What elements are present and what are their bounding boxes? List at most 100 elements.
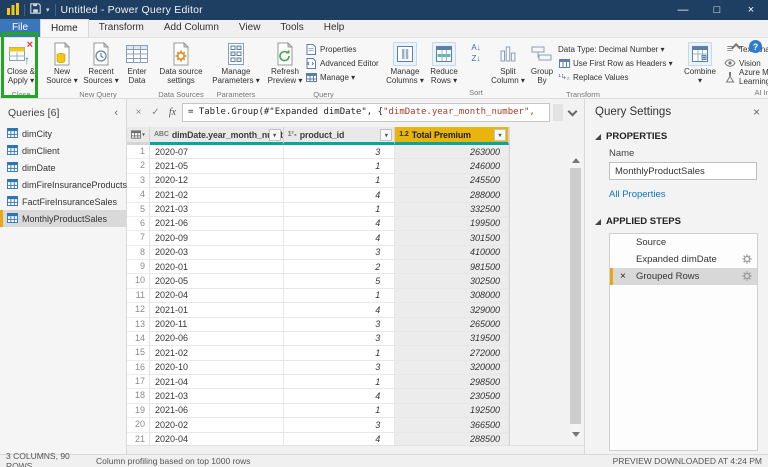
decimal-type-icon[interactable]: 1.2: [399, 131, 408, 138]
row-number[interactable]: 15: [127, 346, 150, 360]
cell-month[interactable]: 2021-02: [150, 188, 284, 202]
cell-product-id[interactable]: 1: [284, 159, 396, 173]
cell-total-premium[interactable]: 366500: [395, 418, 509, 432]
quick-access-caret-icon[interactable]: ▾: [46, 6, 50, 14]
cell-total-premium[interactable]: 263000: [395, 145, 509, 159]
cell-month[interactable]: 2020-02: [150, 418, 284, 432]
new-source-button[interactable]: New Source ▾: [44, 40, 80, 90]
row-number[interactable]: 3: [127, 174, 150, 188]
formula-input[interactable]: = Table.Group(#"Expanded dimDate", {"dim…: [182, 103, 550, 122]
text-type-icon[interactable]: ABC: [154, 131, 169, 138]
applied-steps-section-header[interactable]: APPLIED STEPS: [595, 216, 760, 227]
minimize-button[interactable]: —: [666, 0, 700, 20]
cell-month[interactable]: 2020-07: [150, 145, 284, 159]
row-number[interactable]: 8: [127, 246, 150, 260]
cell-product-id[interactable]: 1: [284, 375, 396, 389]
cell-total-premium[interactable]: 192500: [395, 404, 509, 418]
row-number[interactable]: 14: [127, 332, 150, 346]
properties-button[interactable]: Properties: [305, 43, 381, 55]
row-number[interactable]: 11: [127, 289, 150, 303]
cell-total-premium[interactable]: 329000: [395, 303, 509, 317]
cell-product-id[interactable]: 3: [284, 318, 396, 332]
row-number[interactable]: 1: [127, 145, 150, 159]
combine-button[interactable]: Combine ▾: [680, 40, 720, 90]
cell-month[interactable]: 2020-03: [150, 246, 284, 260]
row-number[interactable]: 7: [127, 231, 150, 245]
cell-product-id[interactable]: 1: [284, 203, 396, 217]
cell-total-premium[interactable]: 298500: [395, 375, 509, 389]
row-number[interactable]: 12: [127, 303, 150, 317]
gear-icon[interactable]: [742, 254, 752, 267]
cell-month[interactable]: 2020-10: [150, 361, 284, 375]
sort-descending-icon[interactable]: Z↓: [472, 54, 481, 63]
applied-step[interactable]: Source: [610, 234, 757, 251]
cell-total-premium[interactable]: 332500: [395, 203, 509, 217]
cell-product-id[interactable]: 3: [284, 361, 396, 375]
cell-product-id[interactable]: 4: [284, 231, 396, 245]
filter-dropdown-icon[interactable]: ▾: [494, 129, 506, 141]
cell-product-id[interactable]: 1: [284, 174, 396, 188]
cell-product-id[interactable]: 3: [284, 145, 396, 159]
maximize-button[interactable]: □: [700, 0, 734, 20]
replace-values-button[interactable]: ¹↳₂ Replace Values: [558, 71, 676, 83]
row-number[interactable]: 13: [127, 318, 150, 332]
fx-icon[interactable]: fx: [165, 107, 180, 118]
cell-total-premium[interactable]: 272000: [395, 346, 509, 360]
horizontal-scrollbar[interactable]: [127, 445, 584, 454]
query-list-item[interactable]: MonthlyProductSales: [0, 210, 126, 227]
sort-ascending-icon[interactable]: A↓: [471, 43, 480, 52]
cell-total-premium[interactable]: 265000: [395, 318, 509, 332]
row-number[interactable]: 9: [127, 260, 150, 274]
cell-total-premium[interactable]: 320000: [395, 361, 509, 375]
cell-total-premium[interactable]: 410000: [395, 246, 509, 260]
enter-data-button[interactable]: Enter Data: [122, 40, 152, 90]
manage-columns-button[interactable]: Manage Columns ▾: [385, 40, 425, 90]
row-number[interactable]: 20: [127, 418, 150, 432]
group-by-button[interactable]: Group By: [527, 40, 557, 90]
cell-month[interactable]: 2021-06: [150, 404, 284, 418]
query-list-item[interactable]: dimClient: [0, 142, 126, 159]
save-icon[interactable]: [30, 3, 41, 17]
tab-add-column[interactable]: Add Column: [154, 19, 229, 37]
cell-month[interactable]: 2020-01: [150, 260, 284, 274]
query-list-item[interactable]: dimDate: [0, 159, 126, 176]
cell-total-premium[interactable]: 981500: [395, 260, 509, 274]
cell-month[interactable]: 2020-06: [150, 332, 284, 346]
number-type-icon[interactable]: 1²₃: [288, 131, 297, 138]
scroll-down-icon[interactable]: [569, 428, 582, 440]
manage-button[interactable]: Manage ▾: [305, 71, 381, 83]
query-name-input[interactable]: MonthlyProductSales: [609, 162, 757, 180]
close-apply-button[interactable]: × ↑ Close & Apply ▾: [2, 40, 40, 90]
cell-product-id[interactable]: 5: [284, 274, 396, 288]
scrollbar-thumb[interactable]: [570, 168, 581, 424]
cell-total-premium[interactable]: 230500: [395, 389, 509, 403]
reduce-rows-button[interactable]: Reduce Rows ▾: [426, 40, 462, 90]
cell-month[interactable]: 2021-03: [150, 389, 284, 403]
cancel-formula-icon[interactable]: ×: [131, 107, 146, 118]
confirm-formula-icon[interactable]: ✓: [148, 107, 163, 118]
properties-section-header[interactable]: PROPERTIES: [595, 131, 760, 142]
cell-product-id[interactable]: 3: [284, 418, 396, 432]
cell-product-id[interactable]: 4: [284, 217, 396, 231]
row-number[interactable]: 5: [127, 203, 150, 217]
query-list-item[interactable]: dimCity: [0, 125, 126, 142]
cell-month[interactable]: 2021-04: [150, 375, 284, 389]
tab-view[interactable]: View: [229, 19, 271, 37]
gear-icon[interactable]: [742, 271, 752, 284]
profiling-status[interactable]: Column profiling based on top 1000 rows: [96, 456, 251, 466]
tab-tools[interactable]: Tools: [270, 19, 313, 37]
azure-ml-button[interactable]: Azure Machine Learning: [724, 71, 768, 83]
cell-month[interactable]: 2021-01: [150, 303, 284, 317]
help-icon[interactable]: ?: [749, 40, 762, 53]
column-header-product-id[interactable]: 1²₃ product_id ▾: [284, 127, 396, 145]
split-column-button[interactable]: Split Column ▾: [490, 40, 526, 90]
cell-product-id[interactable]: 1: [284, 404, 396, 418]
row-number[interactable]: 16: [127, 361, 150, 375]
row-number[interactable]: 18: [127, 389, 150, 403]
tab-transform[interactable]: Transform: [89, 19, 154, 37]
column-header-dimdate[interactable]: ABC dimDate.year_month_number ▾: [150, 127, 284, 145]
cell-month[interactable]: 2021-03: [150, 203, 284, 217]
recent-sources-button[interactable]: Recent Sources ▾: [81, 40, 121, 90]
tab-help[interactable]: Help: [314, 19, 355, 37]
row-number[interactable]: 6: [127, 217, 150, 231]
